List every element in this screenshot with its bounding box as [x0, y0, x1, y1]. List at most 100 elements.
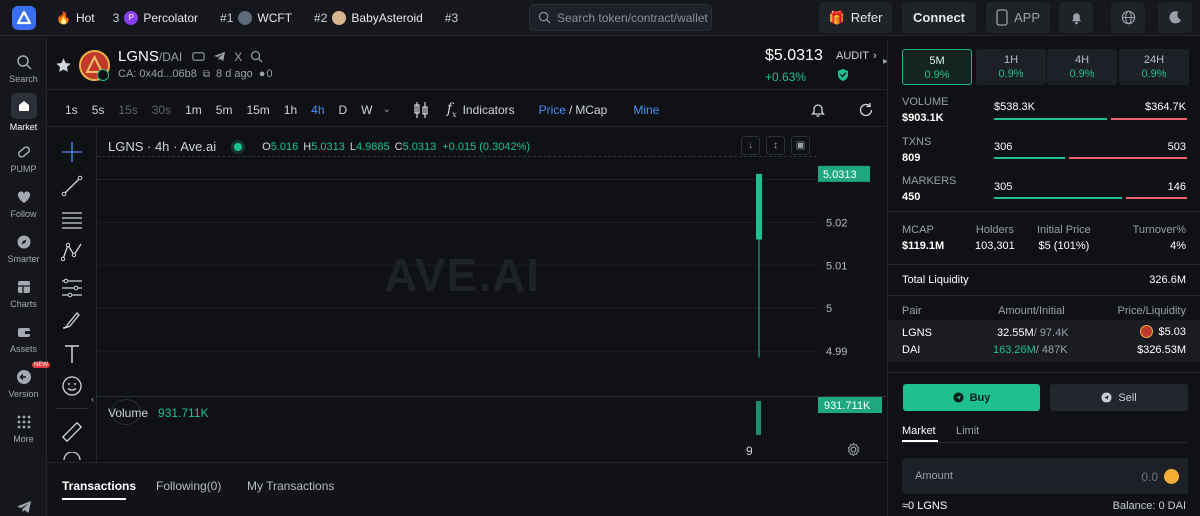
- sidebar-item-market[interactable]: Market: [0, 93, 47, 132]
- price-chart[interactable]: LGNS · 4h · Ave.ai O 5.016 H 5.0313 L 4.988…: [91, 128, 886, 462]
- timeframe-w[interactable]: W: [361, 103, 372, 117]
- bell-icon: [1071, 13, 1081, 25]
- initial-price-label: Initial Price: [1037, 224, 1091, 236]
- sell-button[interactable]: Sell: [1050, 384, 1188, 411]
- percolator-coin-icon: P: [124, 11, 139, 25]
- sidebar-item-assets[interactable]: Assets: [0, 323, 47, 354]
- collapse-left-icon[interactable]: ‹: [91, 394, 94, 404]
- txns-buy: 306: [994, 141, 1013, 153]
- timeframe-d[interactable]: D: [339, 103, 348, 117]
- tab-market[interactable]: Market: [902, 425, 936, 437]
- timeframe-5m[interactable]: 5m: [216, 103, 233, 117]
- timeframe-15s[interactable]: 15s: [118, 103, 137, 117]
- period-tab-24h[interactable]: 24H 0.9%: [1119, 49, 1189, 85]
- app-button[interactable]: APP: [986, 2, 1050, 33]
- x-twitter-icon[interactable]: X: [234, 50, 242, 64]
- emoji-icon[interactable]: [60, 374, 84, 398]
- horizontal-lines-icon[interactable]: [60, 208, 84, 232]
- tab-my-transactions[interactable]: My Transactions: [247, 479, 334, 493]
- timeframe-5s[interactable]: 5s: [92, 103, 105, 117]
- connect-button[interactable]: Connect: [902, 2, 976, 33]
- pattern-icon[interactable]: [60, 240, 84, 264]
- text-tool-icon[interactable]: [60, 342, 84, 366]
- timeframe-4h[interactable]: 4h: [311, 103, 324, 117]
- divider: [888, 372, 1200, 373]
- alert-bell-icon[interactable]: [809, 101, 827, 119]
- notification-button[interactable]: [1059, 2, 1093, 33]
- timeframe-1h[interactable]: 1h: [284, 103, 297, 117]
- tab-following[interactable]: Following(0): [156, 479, 221, 493]
- theme-toggle-button[interactable]: [1158, 2, 1192, 33]
- pair-row-amount: 32.55M / 97.4K: [997, 327, 1069, 339]
- amount-input[interactable]: Amount 0.0: [902, 458, 1188, 494]
- period-tab-5m[interactable]: 5M 0.9%: [902, 49, 972, 85]
- trend-rank: #1: [220, 11, 234, 25]
- star-icon[interactable]: [55, 57, 72, 74]
- mine-toggle[interactable]: Mine: [633, 103, 659, 117]
- search-bar[interactable]: Search token/contract/wallet: [529, 4, 712, 31]
- refresh-icon[interactable]: [857, 101, 875, 119]
- volume-stat-label: VOLUME: [902, 96, 949, 108]
- timeframe-1m[interactable]: 1m: [185, 103, 202, 117]
- trend-item-wcft[interactable]: WCFT: [257, 11, 292, 25]
- indicators-button[interactable]: Indicators: [463, 103, 515, 117]
- mcap-toggle[interactable]: MCap: [575, 103, 607, 117]
- brush-icon[interactable]: [60, 308, 84, 332]
- refer-button[interactable]: 🎁 Refer: [819, 2, 892, 33]
- verified-icon: [97, 69, 109, 81]
- buy-icon: [953, 392, 964, 403]
- copy-icon[interactable]: ⧉: [203, 69, 210, 80]
- ave-logo[interactable]: [12, 6, 36, 30]
- timeframe-30s[interactable]: 30s: [152, 103, 171, 117]
- sidebar-item-version[interactable]: NEW Version: [0, 362, 50, 399]
- search-input[interactable]: Search token/contract/wallet: [557, 11, 708, 25]
- sidebar-item-follow[interactable]: Follow: [0, 188, 47, 219]
- collapse-arrow-icon[interactable]: ▸: [883, 40, 888, 90]
- crosshair-icon[interactable]: [60, 140, 84, 164]
- settings-gear-icon[interactable]: [846, 442, 861, 457]
- language-button[interactable]: [1111, 2, 1145, 33]
- hot-label: Hot: [75, 11, 95, 25]
- receive-estimate: ≈0 LGNS: [902, 500, 948, 512]
- zoom-icon[interactable]: [60, 452, 84, 462]
- sidebar-item-search[interactable]: Search: [0, 53, 47, 84]
- trend-item-babyasteroid[interactable]: BabyAsteroid: [351, 11, 422, 25]
- timeframe-15m[interactable]: 15m: [246, 103, 269, 117]
- left-sidebar: Search Market PUMP Follow Smarter Charts…: [0, 36, 50, 516]
- function-fx-icon[interactable]: fx: [447, 101, 457, 119]
- period-tab-1h[interactable]: 1H 0.9%: [976, 49, 1046, 85]
- volume-total: $903.1K: [902, 112, 944, 124]
- sidebar-item-smarter[interactable]: Smarter: [0, 233, 47, 264]
- fib-levels-icon[interactable]: [60, 276, 84, 300]
- bottom-tabs: Transactions Following(0) My Transaction…: [47, 462, 886, 516]
- last-price-tag-label: 5.0313: [823, 169, 857, 181]
- contract-address[interactable]: CA: 0x4d...06b8: [118, 68, 197, 80]
- token-symbol: LGNS: [118, 48, 159, 65]
- trend-item-percolator[interactable]: Percolator: [143, 11, 198, 25]
- tab-transactions[interactable]: Transactions: [62, 479, 136, 493]
- sidebar-item-pump[interactable]: PUMP: [0, 143, 47, 174]
- telegram-link[interactable]: [0, 498, 47, 516]
- chart-toolbar: 1s 5s 15s 30s 1m 5m 15m 1h 4h D W ⌄ fx Indicators …: [47, 93, 886, 127]
- price-toggle[interactable]: Price: [539, 103, 566, 117]
- sidebar-item-charts[interactable]: Charts: [0, 278, 47, 309]
- tab-limit[interactable]: Limit: [956, 425, 979, 437]
- website-icon[interactable]: [192, 50, 205, 63]
- candles-icon[interactable]: [413, 101, 429, 119]
- buy-button[interactable]: Buy: [903, 384, 1040, 411]
- initial-price-value: $5 (101%): [1038, 240, 1090, 252]
- trend-line-icon[interactable]: [60, 174, 84, 198]
- divider: [902, 442, 1188, 443]
- timeframe-1s[interactable]: 1s: [65, 103, 78, 117]
- drawing-toolbar: [47, 128, 97, 462]
- audit-link[interactable]: AUDIT ›: [836, 50, 877, 62]
- hot-trending-list: 🔥 Hot 3 P Percolator #1 WCFT #2 BabyAste…: [56, 0, 458, 36]
- wallet-icon: [17, 328, 30, 337]
- sidebar-item-more[interactable]: More: [0, 413, 47, 444]
- search-icon[interactable]: [250, 50, 263, 63]
- period-tab-4h[interactable]: 4H 0.9%: [1047, 49, 1117, 85]
- telegram-icon[interactable]: [213, 50, 226, 63]
- chevron-down-icon[interactable]: ⌄: [383, 104, 391, 115]
- ruler-icon[interactable]: [60, 420, 84, 444]
- right-panel: 5M 0.9% 1H 0.9% 4H 0.9% 24H 0.9% VOLUME $903…: [887, 40, 1200, 516]
